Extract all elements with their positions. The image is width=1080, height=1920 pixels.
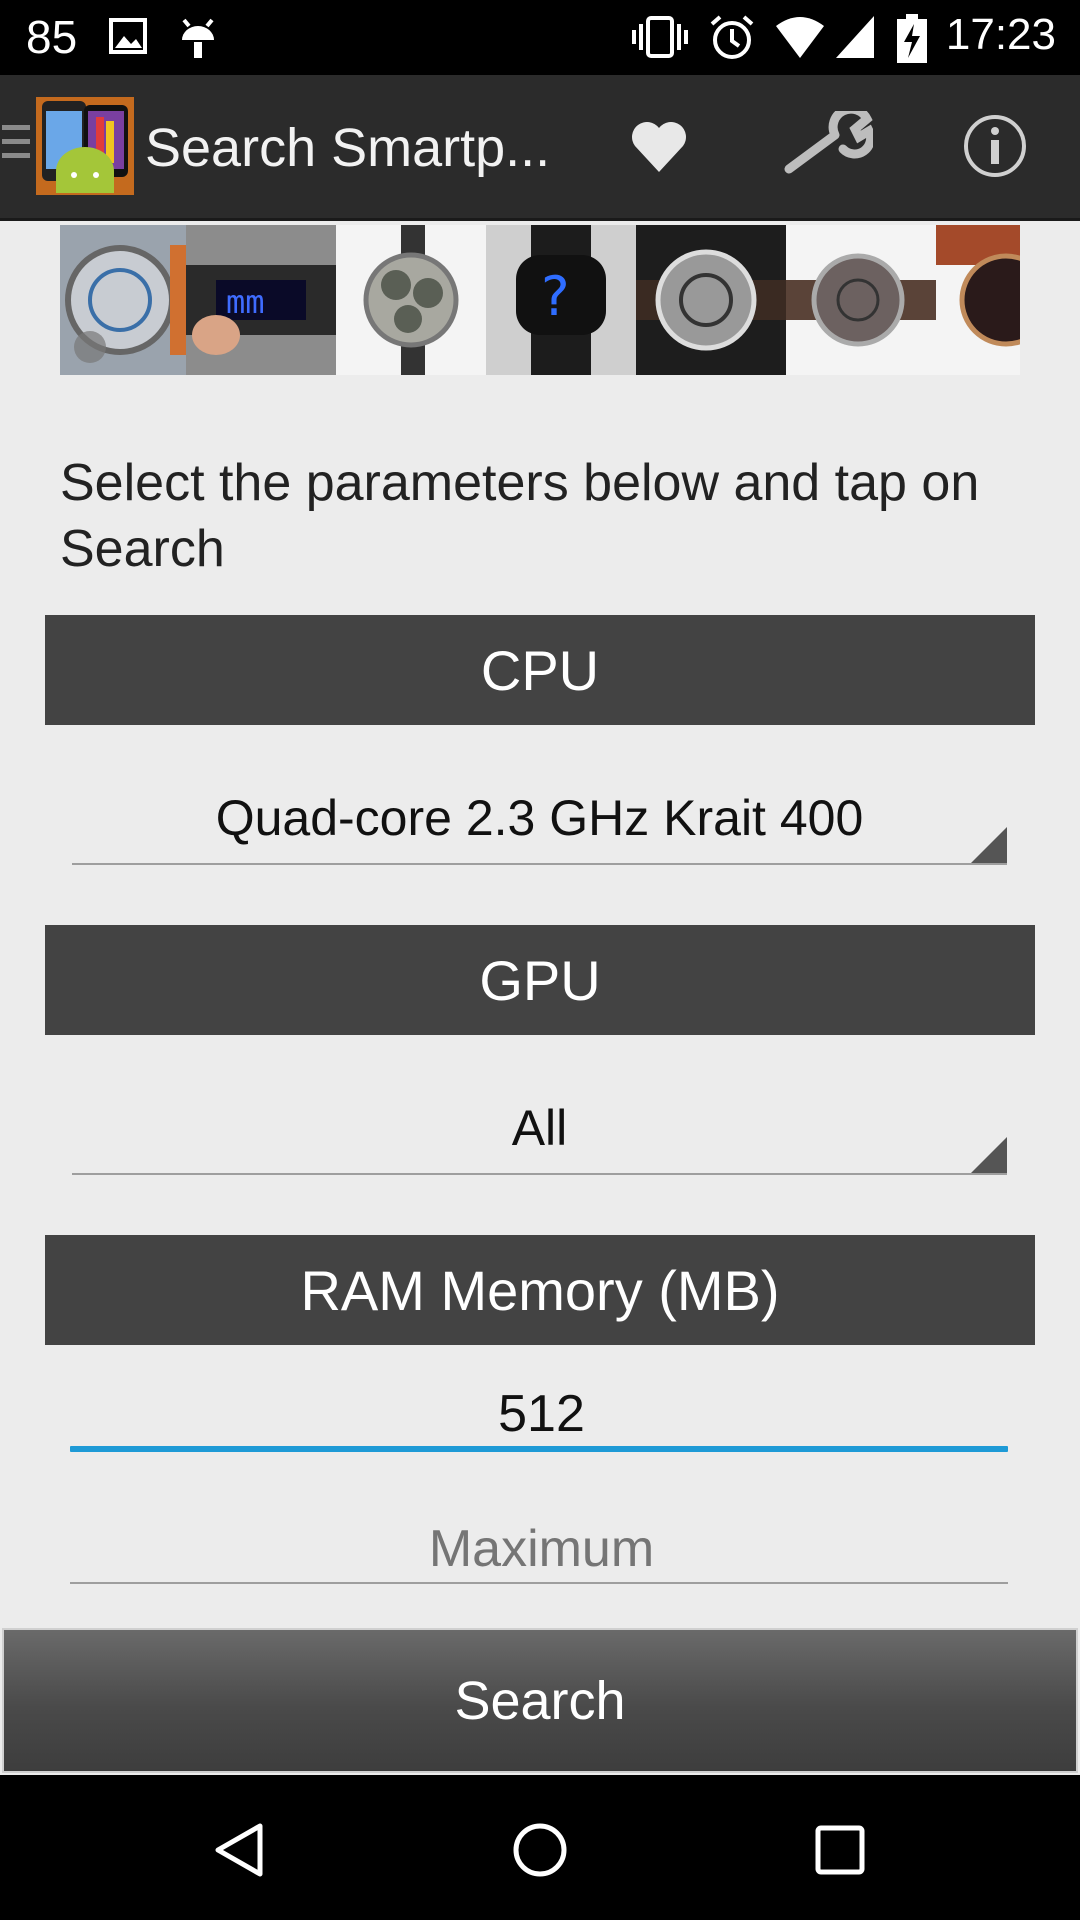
led-bracelet-watch-image[interactable]: mm <box>186 225 336 375</box>
app-title: Search Smartp... <box>145 118 551 178</box>
clock: 17:23 <box>945 10 1056 59</box>
back-icon[interactable] <box>195 1805 285 1895</box>
gallery-icon <box>108 14 148 63</box>
dropdown-arrow-icon <box>971 827 1007 863</box>
ram-min-underline <box>70 1446 1008 1452</box>
drawer-icon[interactable] <box>2 125 30 167</box>
alarm-icon <box>708 14 756 67</box>
dropdown-arrow-icon <box>971 1137 1007 1173</box>
svg-text:mm: mm <box>226 283 265 321</box>
mechanical-watch-image[interactable] <box>636 225 786 375</box>
intro-text: Select the parameters below and tap on S… <box>60 454 980 578</box>
action-bar: Search Smartp... <box>0 75 1080 221</box>
red-strap-watch-image[interactable] <box>936 225 1020 375</box>
ram-max-underline <box>70 1582 1008 1584</box>
signal-icon <box>834 14 876 65</box>
info-icon[interactable] <box>950 101 1040 191</box>
android-debug-icon <box>178 14 218 67</box>
home-icon[interactable] <box>495 1805 585 1895</box>
navigation-bar <box>0 1775 1080 1920</box>
gpu-spinner[interactable]: All <box>72 1083 1007 1175</box>
settings-wrench-icon[interactable] <box>783 101 873 191</box>
ram-header: RAM Memory (MB) <box>45 1235 1035 1345</box>
favorites-heart-icon[interactable] <box>614 101 704 191</box>
blue-led-watch-image[interactable]: ? <box>486 225 636 375</box>
gpu-header: GPU <box>45 925 1035 1035</box>
skeleton-watch-image[interactable] <box>60 225 186 375</box>
search-button[interactable]: Search <box>2 1628 1078 1773</box>
vibrate-icon <box>632 14 688 65</box>
notification-count: 85 <box>26 11 78 63</box>
app-logo[interactable] <box>36 97 134 200</box>
svg-text:?: ? <box>541 265 570 328</box>
multi-dial-watch-image[interactable] <box>336 225 486 375</box>
ram-max-input[interactable] <box>72 1508 1011 1590</box>
wifi-icon <box>774 14 826 65</box>
brown-leather-watch-image[interactable] <box>786 225 936 375</box>
gpu-spinner-value: All <box>511 1100 568 1156</box>
battery-charging-icon <box>896 14 928 69</box>
status-bar: 85 17:23 <box>0 0 1080 75</box>
ad-banner[interactable]: mm ? <box>60 225 1020 375</box>
cpu-spinner-value: Quad-core 2.3 GHz Krait 400 <box>215 790 864 846</box>
ram-min-input[interactable] <box>72 1373 1011 1455</box>
cpu-spinner[interactable]: Quad-core 2.3 GHz Krait 400 <box>72 773 1007 865</box>
recents-icon[interactable] <box>795 1805 885 1895</box>
cpu-header: CPU <box>45 615 1035 725</box>
